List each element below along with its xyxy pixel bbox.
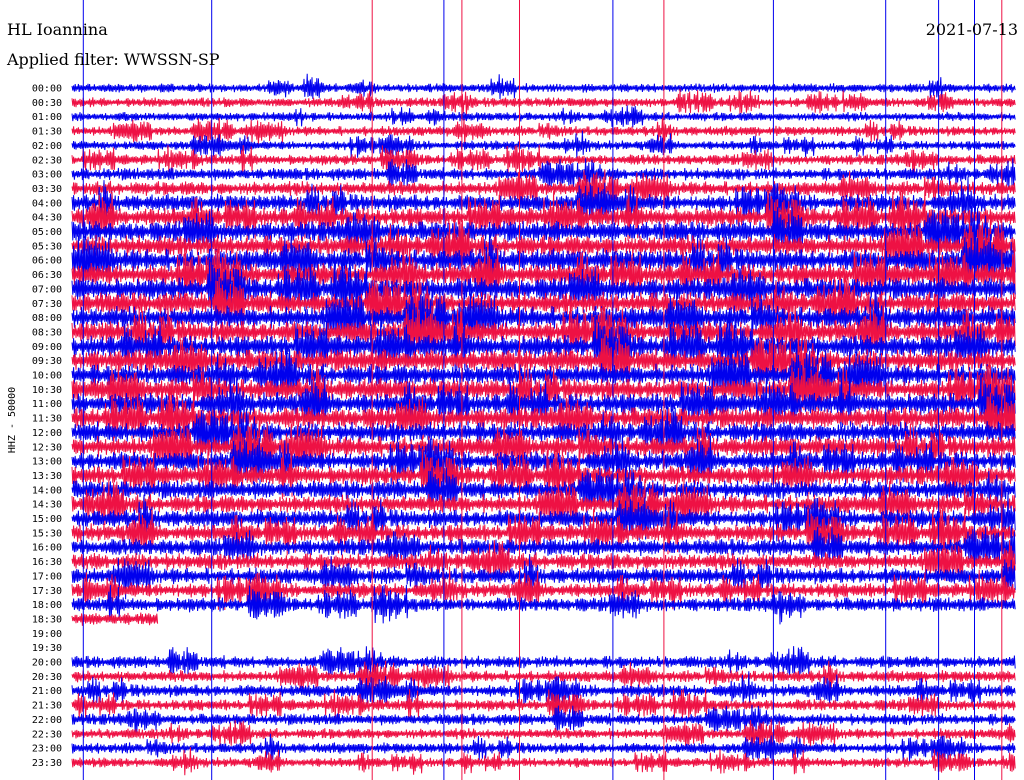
row-time-label: 16:00 <box>32 543 62 554</box>
row-time-label: 21:30 <box>32 701 62 712</box>
row-time-label: 02:00 <box>32 141 62 152</box>
row-time-label: 05:30 <box>32 241 62 252</box>
row-time-label: 14:00 <box>32 485 62 496</box>
seismic-trace-row <box>71 117 1016 146</box>
station-title: HL Ioannina <box>7 20 108 39</box>
row-time-label: 18:30 <box>32 614 62 625</box>
date-label: 2021-07-13 <box>925 20 1018 39</box>
helicorder-plot: 00:00 00:30 01:00 01:30 02:00 02:30 03:00 03:30… <box>7 0 1016 780</box>
row-time-label: 09:30 <box>32 356 62 367</box>
row-time-label: 12:00 <box>32 428 62 439</box>
row-time-label: 22:30 <box>32 729 62 740</box>
seismic-trace-row <box>71 612 159 626</box>
row-time-label: 10:00 <box>32 371 62 382</box>
row-time-label: 13:00 <box>32 457 62 468</box>
row-time-label: 10:30 <box>32 385 62 396</box>
row-time-label: 07:00 <box>32 284 62 295</box>
row-time-label: 20:30 <box>32 672 62 683</box>
filter-label: Applied filter: WWSSN-SP <box>7 50 220 69</box>
row-time-label: 07:30 <box>32 299 62 310</box>
row-time-label: 05:00 <box>32 227 62 238</box>
row-time-label: 19:30 <box>32 643 62 654</box>
row-time-label: 00:00 <box>32 84 62 95</box>
row-time-label: 06:00 <box>32 256 62 267</box>
row-time-label: 16:30 <box>32 557 62 568</box>
row-time-label: 03:30 <box>32 184 62 195</box>
row-time-label: 04:30 <box>32 213 62 224</box>
row-time-label: 17:00 <box>32 571 62 582</box>
row-time-label: 13:30 <box>32 471 62 482</box>
row-time-label: 23:30 <box>32 758 62 769</box>
row-time-label: 15:00 <box>32 514 62 525</box>
row-time-label: 21:00 <box>32 686 62 697</box>
row-time-label: 01:00 <box>32 112 62 123</box>
row-time-label: 08:00 <box>32 313 62 324</box>
row-time-label: 03:00 <box>32 170 62 181</box>
row-time-label: 20:00 <box>32 658 62 669</box>
row-time-label: 19:00 <box>32 629 62 640</box>
row-time-label: 04:00 <box>32 198 62 209</box>
y-axis-label: HHZ - 50000 <box>7 387 18 453</box>
row-time-label: 11:00 <box>32 399 62 410</box>
row-time-label: 14:30 <box>32 500 62 511</box>
row-time-label: 06:30 <box>32 270 62 281</box>
row-time-label: 15:30 <box>32 528 62 539</box>
row-time-label: 22:00 <box>32 715 62 726</box>
row-time-label: 08:30 <box>32 327 62 338</box>
seismic-trace-row <box>71 88 1016 116</box>
trace-layer <box>71 73 1016 776</box>
seismic-trace-row <box>71 73 1016 100</box>
row-time-label: 18:00 <box>32 600 62 611</box>
row-time-label: 01:30 <box>32 127 62 138</box>
time-label-layer: 00:00 00:30 01:00 01:30 02:00 02:30 03:00 03:30… <box>32 84 62 769</box>
row-time-label: 11:30 <box>32 414 62 425</box>
row-time-label: 02:30 <box>32 155 62 166</box>
row-time-label: 17:30 <box>32 586 62 597</box>
row-time-label: 23:00 <box>32 744 62 755</box>
row-time-label: 00:30 <box>32 98 62 109</box>
row-time-label: 12:30 <box>32 442 62 453</box>
row-time-label: 09:00 <box>32 342 62 353</box>
